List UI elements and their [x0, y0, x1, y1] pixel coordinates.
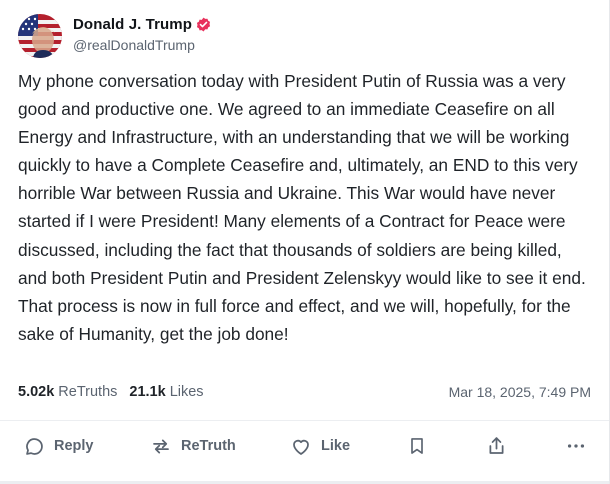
post-actions-bar: Reply ReTruth Like: [0, 432, 609, 460]
heart-icon: [290, 436, 312, 457]
post-body-text: My phone conversation today with Preside…: [18, 71, 586, 344]
bookmark-button[interactable]: [407, 432, 427, 460]
author-display-name[interactable]: Donald J. Trump: [73, 16, 192, 33]
speech-bubble-icon: [24, 436, 45, 457]
reply-button[interactable]: Reply: [24, 432, 94, 460]
share-icon: [486, 435, 507, 457]
more-options-button[interactable]: [565, 432, 587, 460]
likes-count: 21.1k: [129, 384, 166, 400]
reply-label: Reply: [54, 438, 94, 454]
retruth-label: ReTruth: [181, 438, 236, 454]
retruths-stat[interactable]: 5.02k ReTruths: [18, 384, 117, 400]
likes-stat[interactable]: 21.1k Likes: [129, 384, 203, 400]
post-card: Donald J. Trump @realDonaldTrump My phon…: [0, 0, 610, 484]
post-header: Donald J. Trump @realDonaldTrump: [18, 14, 211, 58]
post-timestamp[interactable]: Mar 18, 2025, 7:49 PM: [449, 384, 591, 400]
avatar[interactable]: [18, 14, 62, 58]
repost-arrows-icon: [150, 436, 172, 457]
bookmark-icon: [407, 435, 427, 457]
likes-label: Likes: [169, 384, 204, 400]
like-label: Like: [321, 438, 351, 454]
retruth-button[interactable]: ReTruth: [150, 432, 236, 460]
more-dots-icon: [565, 435, 587, 457]
name-row: Donald J. Trump: [73, 16, 211, 33]
author-handle[interactable]: @realDonaldTrump: [73, 37, 211, 53]
share-button[interactable]: [486, 432, 507, 460]
retruths-count: 5.02k: [18, 384, 55, 400]
retruths-label: ReTruths: [58, 384, 118, 400]
divider: [0, 420, 609, 421]
post-stats: 5.02k ReTruths 21.1k Likes: [18, 384, 204, 400]
like-button[interactable]: Like: [290, 432, 350, 460]
verified-badge-icon: [196, 17, 211, 32]
author-names: Donald J. Trump @realDonaldTrump: [73, 14, 211, 53]
